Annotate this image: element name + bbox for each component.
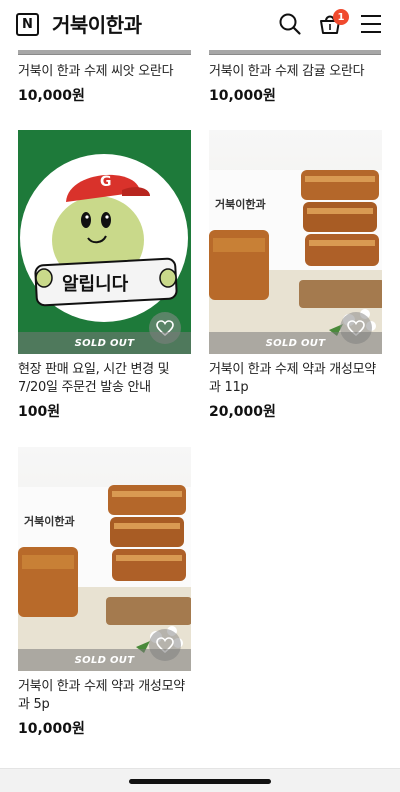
sold-out-badge: SOLD OUT [18, 332, 191, 354]
product-card[interactable]: 거북이한과 SOLD OUT 거북이 한과 수제 약과 개성모약과 11p 20… [209, 130, 382, 421]
product-card[interactable]: 거북이 한과 수제 씨앗 오란다 10,000원 [18, 56, 191, 105]
product-price: 10,000원 [18, 721, 85, 737]
product-image-edge[interactable] [209, 50, 381, 55]
box-text: 거북이한과 [215, 197, 266, 211]
notice-sign-text: 알립니다 [62, 274, 129, 295]
product-price: 20,000원 [209, 404, 276, 420]
product-image[interactable]: 거북이한과 SOLD OUT [18, 447, 191, 671]
product-price: 10,000원 [209, 88, 276, 104]
sold-out-badge: SOLD OUT [209, 332, 382, 354]
store-name[interactable]: 거북이한과 [52, 9, 142, 38]
logo-letter: N [22, 17, 33, 32]
box-text: 거북이한과 [24, 514, 75, 528]
product-name[interactable]: 거북이 한과 수제 씨앗 오란다 [18, 63, 191, 81]
cart-count-badge: 1 [333, 9, 349, 25]
hamburger-menu-icon[interactable] [360, 14, 382, 34]
product-card[interactable]: 거북이 한과 수제 감귤 오란다 10,000원 [209, 56, 382, 105]
product-name[interactable]: 거북이 한과 수제 약과 개성모약과 11p [209, 361, 382, 397]
product-image[interactable]: 거북이한과 SOLD OUT [209, 130, 382, 354]
product-price: 100원 [18, 404, 61, 420]
search-icon[interactable] [278, 12, 302, 36]
product-name[interactable]: 현장 판매 요일, 시간 변경 및 7/20일 주문건 발송 안내 [18, 361, 191, 397]
product-name[interactable]: 거북이 한과 수제 감귤 오란다 [209, 63, 382, 81]
product-image-edge[interactable] [18, 50, 191, 55]
cap-letter: G [100, 174, 112, 190]
store-logo-icon[interactable]: N [16, 13, 39, 36]
product-name[interactable]: 거북이 한과 수제 약과 개성모약과 5p [18, 678, 191, 714]
home-indicator[interactable] [129, 779, 271, 784]
app-header: N 거북이한과 1 [0, 0, 400, 50]
product-card[interactable]: 거북이한과 SOLD OUT 거북이 한과 수제 약과 개성모약과 5p 10,… [18, 447, 191, 738]
sold-out-badge: SOLD OUT [18, 649, 191, 671]
product-card[interactable]: G 알립니다 SOLD OUT 현장 판매 요일, 시간 변경 및 7/20일 … [18, 130, 191, 421]
product-image[interactable]: G 알립니다 SOLD OUT [18, 130, 191, 354]
product-price: 10,000원 [18, 88, 85, 104]
